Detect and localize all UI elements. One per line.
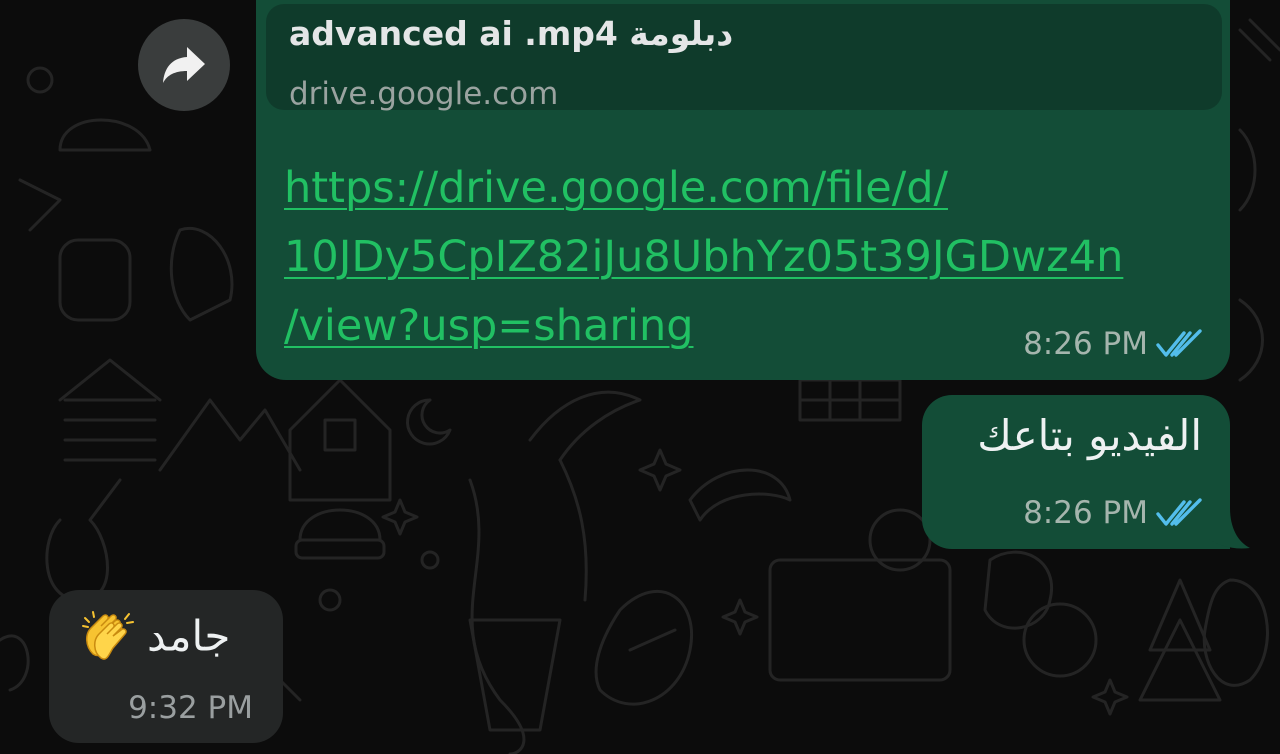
message-time: 9:32 PM — [128, 690, 253, 726]
message-time: 8:26 PM — [1023, 495, 1148, 531]
bubble-tail — [1208, 508, 1250, 549]
link-preview-card[interactable]: advanced ai .mp4 دبلومة drive.google.com — [266, 4, 1222, 112]
chat-area[interactable]: advanced ai .mp4 دبلومة drive.google.com… — [0, 0, 1280, 754]
forward-button[interactable] — [138, 19, 230, 111]
incoming-text-message[interactable]: جامد 9:32 PM — [49, 590, 283, 743]
outgoing-link-message[interactable]: advanced ai .mp4 دبلومة drive.google.com… — [256, 0, 1230, 380]
message-meta: 8:26 PM — [1023, 495, 1202, 531]
message-text: جامد — [147, 611, 231, 661]
message-text: الفيديو بتاعك — [977, 411, 1202, 460]
message-time: 8:26 PM — [1023, 326, 1148, 362]
forward-arrow-icon — [163, 47, 205, 83]
double-check-read-icon — [1156, 498, 1202, 526]
message-meta: 8:26 PM — [1023, 326, 1202, 362]
link-line-2[interactable]: 10JDy5CpIZ82iJu8UbhYz05t39JGDwz4n — [284, 223, 1214, 292]
message-text-row: جامد — [79, 608, 230, 664]
clapping-hands-emoji — [82, 611, 134, 660]
outgoing-text-message[interactable]: الفيديو بتاعك 8:26 PM — [922, 395, 1230, 549]
link-preview-title: advanced ai .mp4 دبلومة — [289, 14, 734, 53]
link-line-1[interactable]: https://drive.google.com/file/d/ — [284, 154, 1214, 223]
link-preview-domain: drive.google.com — [289, 76, 559, 112]
double-check-read-icon — [1156, 329, 1202, 357]
message-meta: 9:32 PM — [128, 690, 253, 726]
